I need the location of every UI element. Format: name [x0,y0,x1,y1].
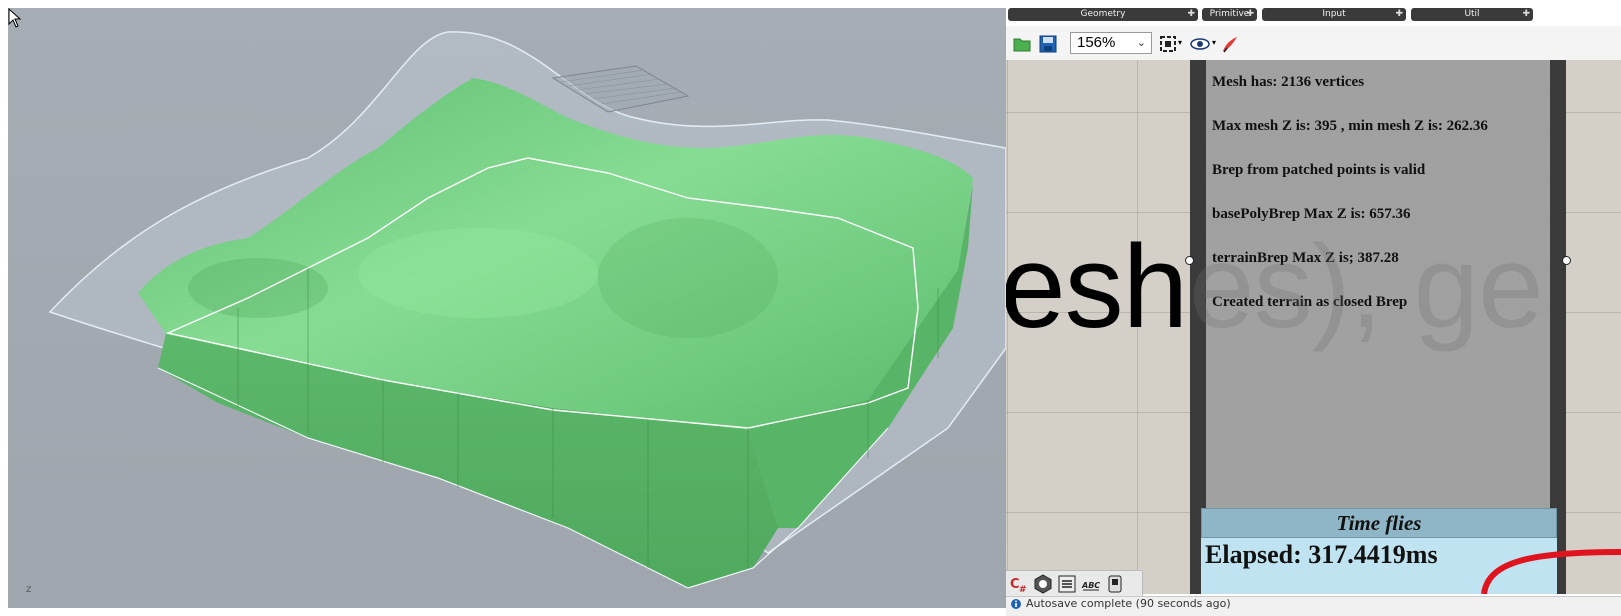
tab-input[interactable]: Input ✚ [1262,8,1406,21]
chevron-down-icon: ⌄ [1136,37,1146,49]
tab-expand-icon: ✚ [1187,9,1195,19]
preview-dropdown-icon[interactable]: ▾ [1212,38,1216,47]
preview-eye-icon[interactable] [1190,34,1210,54]
component-tab-bar: Geometry ✚ Primitive ✚ Input ✚ Util ✚ [1006,6,1606,23]
zoom-extents-icon[interactable] [1158,34,1178,54]
tab-util[interactable]: Util ✚ [1411,8,1533,21]
rhino-viewport[interactable]: z [8,8,1006,608]
grasshopper-window: Geometry ✚ Primitive ✚ Input ✚ Util ✚ ▾ [1006,0,1621,616]
zoom-extents-dropdown-icon[interactable]: ▾ [1178,38,1182,47]
panel-line: Max mesh Z is: 395 , min mesh Z is: 262.… [1212,118,1488,134]
canvas-overlay-text: es), ge [1189,221,1544,353]
terrain-render [48,31,1006,589]
status-text: Autosave complete (90 seconds ago) [1026,597,1231,610]
cluster-icon[interactable] [1033,574,1053,594]
sketch-pen-icon[interactable] [1220,34,1240,54]
tab-label: Util [1464,9,1480,19]
z-axis-label: z [26,584,32,595]
elapsed-time-value: Elapsed: 317.4419ms [1205,540,1438,569]
canvas-background-text: esh [1006,221,1188,353]
svg-text:#: # [1019,585,1027,594]
connection-wire [1481,549,1621,594]
tab-expand-icon: ✚ [1395,9,1403,19]
text-tag-icon[interactable]: ABC [1081,574,1101,594]
widget-bar: C # ABC [1006,570,1143,597]
status-bar: Autosave complete (90 seconds ago) [1006,596,1621,616]
tab-expand-icon: ✚ [1522,9,1530,19]
panel-input-port[interactable] [1185,256,1194,265]
tab-label: Input [1322,9,1346,19]
save-file-icon[interactable] [1038,34,1058,54]
csharp-script-icon[interactable]: C # [1009,574,1029,594]
tab-geometry[interactable]: Geometry ✚ [1008,8,1198,21]
svg-text:ABC: ABC [1081,581,1100,590]
panel-line: Mesh has: 2136 vertices [1212,74,1365,90]
zoom-level-select[interactable]: 156% ⌄ [1070,32,1152,54]
tab-label: Geometry [1080,9,1126,19]
mouse-cursor-icon [8,8,22,28]
tab-label: Primitive [1209,9,1250,19]
tab-primitive[interactable]: Primitive ✚ [1202,8,1257,21]
zoom-level-value: 156% [1077,34,1116,51]
grasshopper-canvas[interactable]: esh Mesh has: 2136 vertices Max mesh Z i… [1006,60,1621,594]
panel-line: Brep from patched points is valid [1212,162,1426,178]
tab-expand-icon: ✚ [1246,9,1254,19]
panel-output-port[interactable] [1562,256,1571,265]
toggle-widget-icon[interactable] [1105,574,1125,594]
panel-widget-icon[interactable] [1057,574,1077,594]
info-icon [1011,599,1021,609]
open-file-icon[interactable] [1012,34,1032,54]
timer-title: Time flies [1201,508,1557,538]
